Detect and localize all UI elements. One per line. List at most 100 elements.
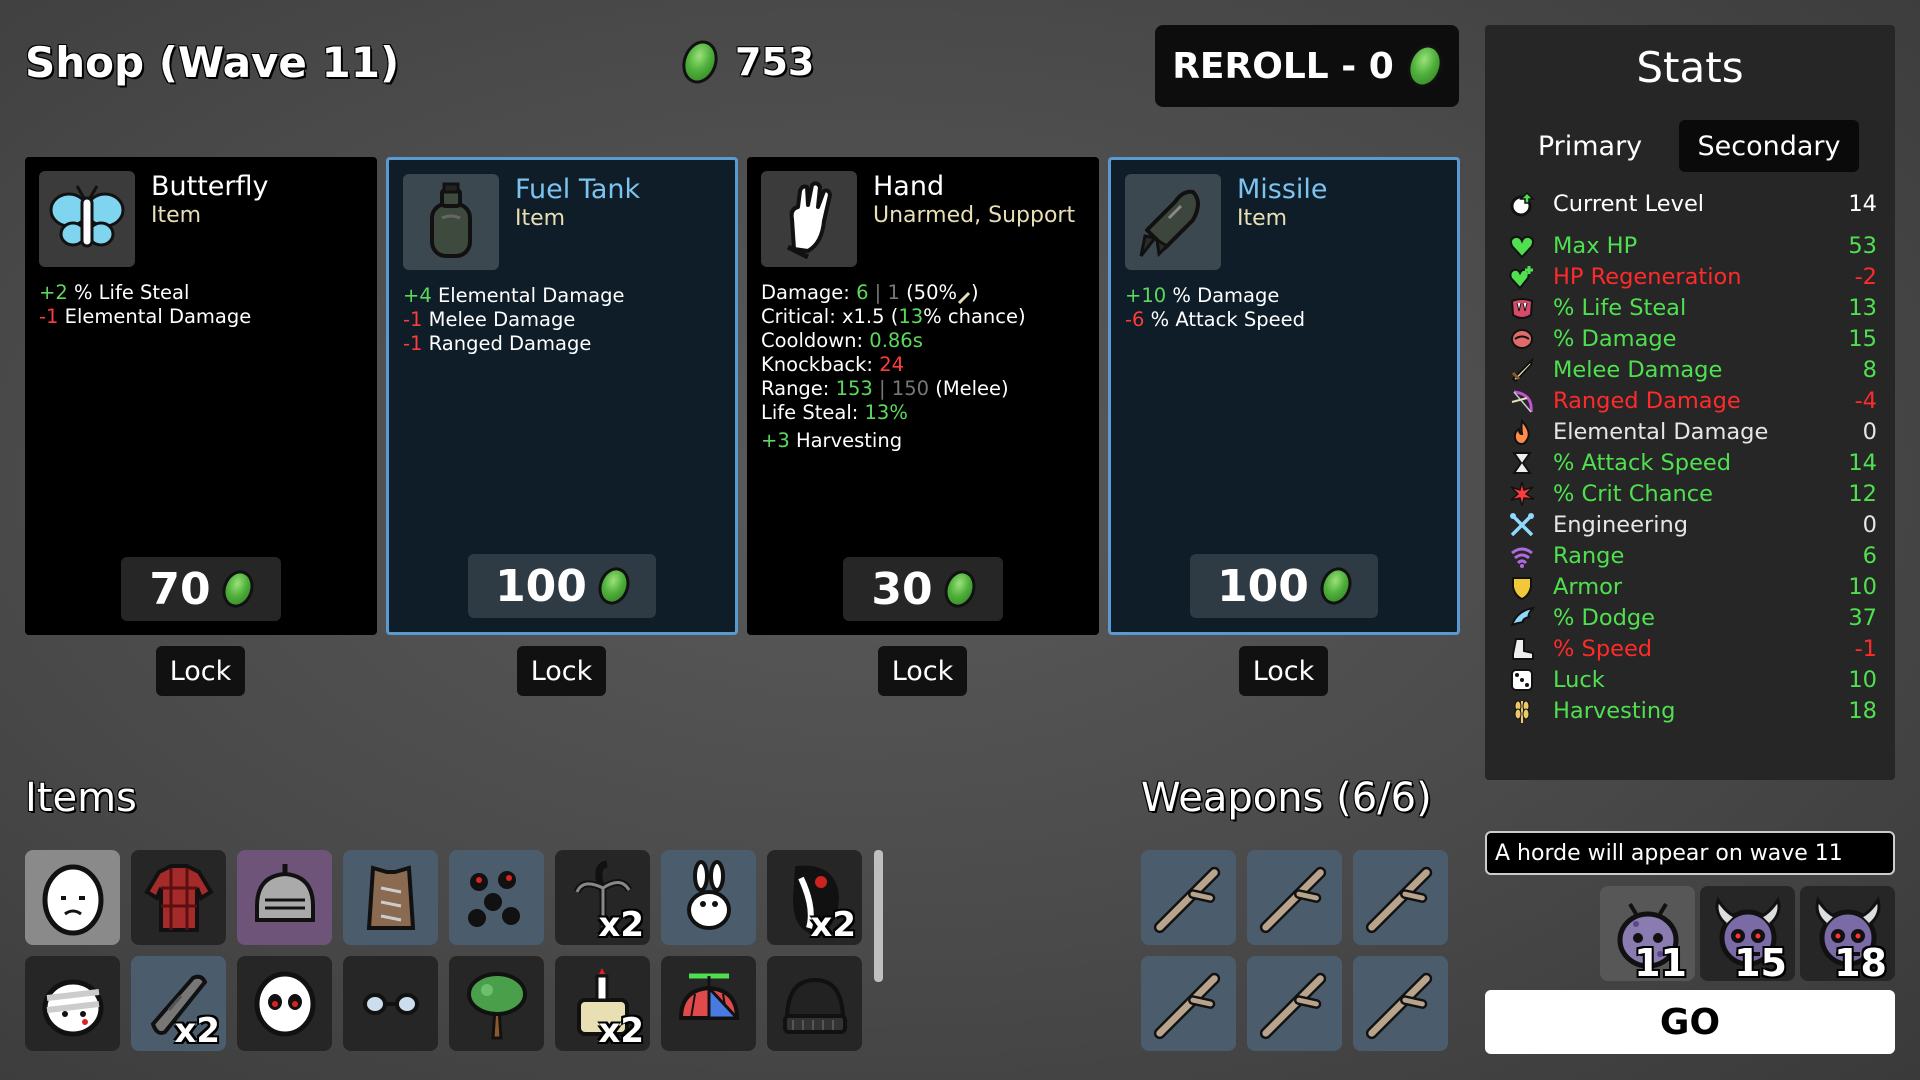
leather-vest-icon [366,864,415,930]
stat-label: Engineering [1553,512,1688,538]
item-slot[interactable]: x2 [131,956,226,1051]
sword-icon [1507,355,1537,385]
shop-card-fuel-tank[interactable]: Fuel Tank Item +4 Elemental Damage -1 Me… [386,157,738,635]
stat-value: 12 [1848,481,1877,507]
item-slot[interactable] [343,956,438,1051]
weapon-slot[interactable] [1353,850,1448,945]
stat-row-armor[interactable]: Armor 10 [1507,572,1877,602]
weapons-title: Weapons (6/6) [1141,775,1432,821]
material-icon [1401,39,1449,93]
materials-value: 753 [735,40,815,84]
stat-label: Elemental Damage [1553,419,1769,445]
item-slot[interactable] [767,956,862,1051]
card-name: Hand [873,171,945,202]
item-slot[interactable]: x2 [555,956,650,1051]
stat-row-hp-regeneration[interactable]: HP Regeneration -2 [1507,262,1877,292]
stat-label: % Dodge [1553,605,1656,631]
stat-label: Armor [1553,574,1623,600]
stat-row-max-hp[interactable]: Max HP 53 [1507,231,1877,261]
blood-drops-icon [467,870,520,927]
stat-label: Current Level [1553,191,1705,217]
stat-row-melee-damage[interactable]: Melee Damage 8 [1507,355,1877,385]
weapon-slot[interactable] [1141,850,1236,945]
tab-secondary[interactable]: Secondary [1679,120,1859,172]
go-button[interactable]: GO [1485,990,1895,1054]
stat-label: Melee Damage [1553,357,1723,383]
page-title: Shop (Wave 11) [25,38,400,87]
stat-row-range[interactable]: Range 6 [1507,541,1877,571]
item-slot[interactable] [661,956,756,1051]
crit-burst-icon [1507,479,1537,509]
item-slot[interactable] [131,850,226,945]
weapon-slot[interactable] [1247,850,1342,945]
stat-row-dodge[interactable]: % Dodge 37 [1507,603,1877,633]
melee-sword-icon [957,287,971,304]
material-icon [939,566,981,612]
item-slot[interactable] [449,956,544,1051]
stat-row-ranged-damage[interactable]: Ranged Damage -4 [1507,386,1877,416]
item-slot[interactable] [237,956,332,1051]
item-slot[interactable] [25,956,120,1051]
stat-label: Range [1553,543,1625,569]
stat-row-luck[interactable]: Luck 10 [1507,665,1877,695]
shop-card-butterfly[interactable]: Butterfly Item +2 % Life Steal -1 Elemen… [25,157,377,635]
price-value: 70 [149,563,211,615]
material-icon [593,563,635,609]
item-slot[interactable] [449,850,544,945]
weapon-slot[interactable] [1353,956,1448,1051]
item-slot[interactable]: x2 [555,850,650,945]
stick-icon [1153,866,1220,933]
stat-critical: Critical: x1.5 (13% chance) [761,305,1026,328]
stat-value: 37 [1848,605,1877,631]
stat-row-harvesting[interactable]: Harvesting 18 [1507,696,1877,726]
stat-row-damage[interactable]: % Damage 15 [1507,324,1877,354]
wheat-icon [1507,696,1537,726]
lock-button[interactable]: Lock [517,646,606,696]
item-slot[interactable]: x2 [767,850,862,945]
bow-icon [1507,386,1537,416]
stat-row-crit-chance[interactable]: % Crit Chance 12 [1507,479,1877,509]
weapon-slot[interactable] [1141,956,1236,1051]
weapon-slot[interactable] [1247,956,1342,1051]
card-effects: +4 Elemental Damage -1 Melee Damage -1 R… [403,284,625,356]
stat-value: 18 [1848,698,1877,724]
horde-enemy: 11 [1600,886,1695,985]
buy-button[interactable]: 100 [1190,554,1378,618]
stat-label: % Attack Speed [1553,450,1732,476]
shop-card-hand[interactable]: Hand Unarmed, Support Damage: 6 | 1 (50%… [747,157,1099,635]
buy-button[interactable]: 70 [121,557,281,621]
stat-life-steal: Life Steal: 13% [761,401,908,424]
stat-label: % Speed [1553,636,1653,662]
buy-button[interactable]: 30 [843,557,1003,621]
lock-button[interactable]: Lock [156,646,245,696]
rabbit-icon [686,859,731,930]
stat-value: -1 [1854,636,1877,662]
stat-row-elemental-damage[interactable]: Elemental Damage 0 [1507,417,1877,447]
reroll-button[interactable]: REROLL - 0 [1155,25,1459,107]
stat-row-attack-speed[interactable]: % Attack Speed 14 [1507,448,1877,478]
item-quantity: x2 [598,1011,644,1051]
boot-icon [1507,634,1537,664]
item-slot[interactable] [237,850,332,945]
shop-card-missile[interactable]: Missile Item +10 % Damage -6 % Attack Sp… [1108,157,1460,635]
item-slot[interactable] [661,850,756,945]
lock-button[interactable]: Lock [878,646,967,696]
lock-button[interactable]: Lock [1239,646,1328,696]
enemy-count: 11 [1634,941,1687,985]
tree-icon [466,971,527,1039]
item-slot[interactable] [343,850,438,945]
items-scrollbar[interactable] [874,850,883,982]
tab-primary[interactable]: Primary [1525,120,1655,172]
buy-button[interactable]: 100 [468,554,656,618]
reroll-label: REROLL - 0 [1172,45,1394,87]
effect-line: -6 % Attack Speed [1125,308,1305,331]
stat-row-engineering[interactable]: Engineering 0 [1507,510,1877,540]
stat-row-speed[interactable]: % Speed -1 [1507,634,1877,664]
fangs-icon [1507,293,1537,323]
effect-line: -1 Elemental Damage [39,305,252,328]
stat-value: -2 [1854,264,1877,290]
item-slot[interactable] [25,850,120,945]
stat-row-life-steal[interactable]: % Life Steal 13 [1507,293,1877,323]
effect-line: +4 Elemental Damage [403,284,625,307]
level-up-icon [1507,189,1537,219]
